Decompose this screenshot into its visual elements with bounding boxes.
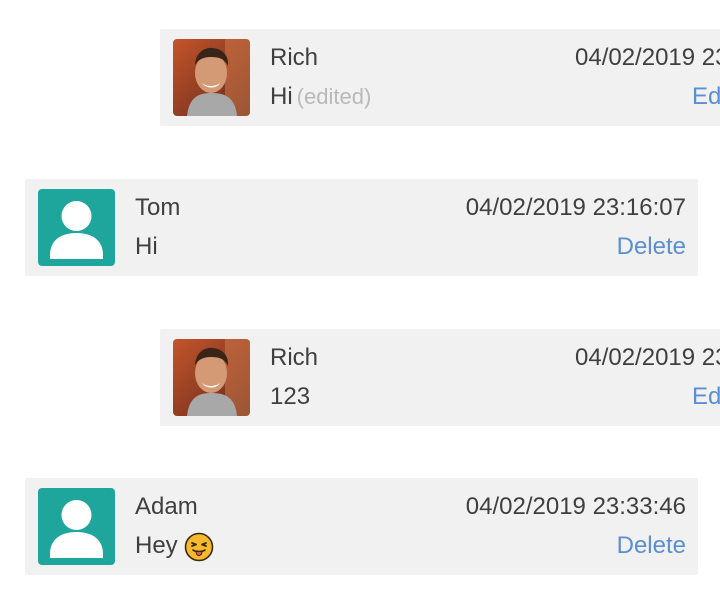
edited-label: (edited) [296, 84, 372, 109]
message-timestamp: 04/02/2019 23:16:07 [575, 44, 720, 71]
user-photo-avatar [173, 39, 250, 116]
message-author: Tom [135, 194, 181, 221]
message-text: Hi (edited) [270, 82, 371, 112]
edit-link[interactable]: Edit [692, 382, 720, 412]
message-author: Rich [270, 44, 319, 71]
message-bubble-rich-2: Rich 123 04/02/2019 23:33:46 Edit [160, 329, 720, 426]
edit-link[interactable]: Edit [692, 82, 720, 112]
message-text: Hi [135, 233, 158, 260]
chat-thread: Rich Hi(edited) 04/02/2019 23:16:07 Edit… [0, 0, 720, 600]
default-user-avatar-icon [38, 189, 115, 266]
message-timestamp: 04/02/2019 23:16:07 [465, 194, 686, 221]
message-text: Hey [135, 531, 214, 562]
message-text: 123 [270, 383, 311, 410]
message-body: Hi [270, 83, 293, 110]
delete-link[interactable]: Delete [617, 531, 686, 561]
message-bubble-rich-1: Rich Hi(edited) 04/02/2019 23:16:07 Edit [160, 29, 720, 126]
message-timestamp: 04/02/2019 23:33:46 [575, 344, 720, 371]
user-photo-avatar [173, 339, 250, 416]
message-author: Adam [135, 493, 198, 520]
message-body: Hey [135, 532, 178, 559]
default-user-avatar-icon [38, 488, 115, 565]
tongue-out-emoji-icon [184, 532, 214, 562]
delete-link[interactable]: Delete [617, 232, 686, 262]
message-author: Rich [270, 344, 319, 371]
message-bubble-adam: Adam Hey 04/02/2019 23:33:46 Delete [25, 478, 698, 575]
message-timestamp: 04/02/2019 23:33:46 [465, 493, 686, 520]
message-bubble-tom: Tom Hi 04/02/2019 23:16:07 Delete [25, 179, 698, 276]
